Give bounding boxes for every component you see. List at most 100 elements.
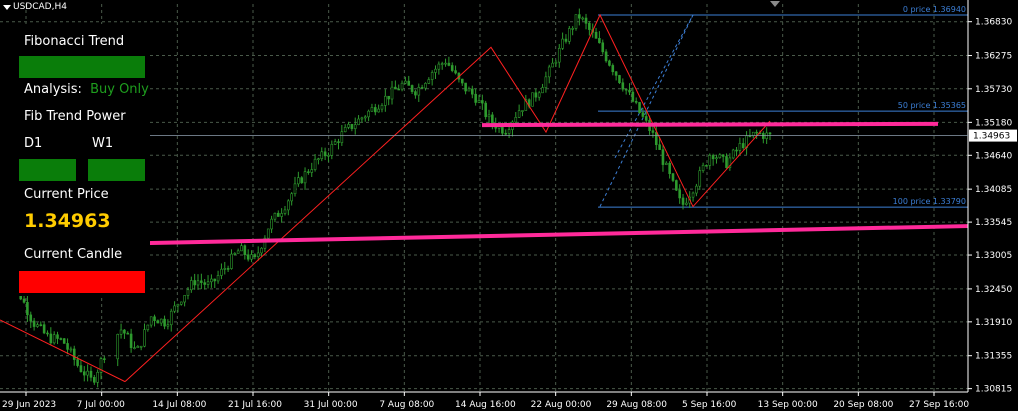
candle-body [283, 209, 287, 214]
panel-title: Fibonacci Trend [24, 34, 125, 49]
candle-body [521, 110, 524, 112]
fib-trend-power-label: Fib Trend Power [24, 109, 126, 124]
x-tick-label: 13 Sep 00:00 [758, 400, 818, 410]
candle-body [186, 289, 190, 296]
candle-body [183, 295, 186, 303]
candle-body [163, 318, 166, 327]
candle-body [72, 348, 76, 360]
candle-body [260, 247, 263, 254]
candle-body [437, 63, 441, 70]
y-tick-label: 1.36830 [975, 18, 1012, 28]
x-tick-label: 7 Aug 08:00 [379, 400, 434, 410]
candle-body [554, 61, 558, 64]
candle-body [126, 332, 130, 335]
candle-body [66, 343, 69, 350]
candle-body [49, 333, 53, 344]
candle-body [347, 124, 350, 128]
candle-body [240, 245, 243, 252]
candle-body [651, 130, 655, 133]
candle-body [718, 154, 722, 158]
candle-body [377, 108, 380, 113]
candle-body [477, 100, 481, 103]
candle-body [116, 334, 120, 360]
candle-body [507, 129, 511, 134]
x-tick-label: 27 Sep 16:00 [909, 400, 969, 410]
candle-body [725, 156, 728, 168]
chart-symbol-title: USDCAD,H4 [13, 2, 67, 12]
candle-body [470, 88, 474, 95]
chart-shift-marker-icon[interactable] [770, 1, 780, 7]
candle-body [293, 183, 297, 195]
candle-body [153, 316, 156, 321]
candle-body [373, 107, 377, 113]
candle-body [668, 162, 671, 174]
candle-body [594, 31, 598, 39]
y-tick-label: 1.35180 [975, 118, 1012, 128]
candle-body [29, 314, 33, 322]
candle-body [333, 141, 337, 145]
candle-body [514, 116, 518, 123]
candle-body [266, 228, 270, 239]
candle-body [146, 324, 150, 330]
candle-body [52, 334, 56, 344]
candle-body [551, 62, 554, 68]
candle-body [638, 102, 641, 113]
candle-body [604, 51, 608, 62]
candle-body [601, 42, 605, 53]
current-candle-label: Current Candle [24, 247, 123, 262]
candle-body [313, 158, 317, 170]
candle-body [454, 70, 457, 74]
candle-body [534, 92, 538, 98]
candle-body [447, 62, 451, 66]
x-tick-label: 22 Aug 00:00 [531, 400, 592, 410]
candle-body [350, 124, 354, 129]
analysis-value: Buy Only [90, 82, 149, 97]
candle-body [300, 177, 304, 184]
x-tick-label: 7 Jul 00:00 [77, 400, 126, 410]
current-price-value: 1.34963 [24, 210, 111, 232]
candle-body [588, 23, 591, 30]
candle-body [424, 83, 427, 89]
analysis-label: Analysis: Buy Only [24, 82, 149, 97]
candle-body [701, 164, 705, 171]
candle-body [698, 170, 702, 187]
candle-body [755, 131, 758, 134]
candle-body [129, 333, 133, 348]
candle-body [93, 377, 96, 383]
candle-body [200, 280, 203, 283]
y-tick-label: 1.36275 [975, 52, 1012, 62]
candle-body [149, 316, 153, 326]
candle-body [544, 76, 548, 88]
candle-body [26, 302, 29, 316]
candle-body [537, 92, 541, 98]
candle-body [618, 75, 621, 84]
symbol-menu-icon[interactable] [3, 5, 11, 10]
candle-body [598, 38, 601, 44]
candle-body [320, 151, 324, 159]
candle-body [504, 132, 508, 135]
candle-body [96, 372, 99, 383]
candle-body [641, 112, 645, 117]
candle-body [32, 320, 36, 327]
candle-body [715, 157, 718, 160]
candle-body [400, 82, 404, 90]
candle-body [434, 68, 437, 73]
price-chart[interactable]: 0 price 1.36940 50 price 1.35365 100 price… [0, 0, 1018, 411]
current-candle-status-box [19, 271, 145, 293]
candle-body [644, 116, 648, 121]
candle-body [290, 193, 293, 202]
candle-body [484, 102, 487, 118]
candle-body [22, 298, 26, 303]
candle-body [564, 38, 568, 42]
candle-body [343, 127, 347, 133]
candle-body [384, 95, 387, 106]
candle-body [608, 60, 611, 66]
candle-body [62, 338, 66, 344]
candle-body [621, 82, 625, 90]
candle-body [39, 324, 43, 326]
candle-body [297, 177, 300, 185]
candle-body [571, 28, 574, 30]
candle-body [133, 347, 136, 349]
candle-body [327, 154, 330, 157]
candle-body [82, 371, 86, 376]
